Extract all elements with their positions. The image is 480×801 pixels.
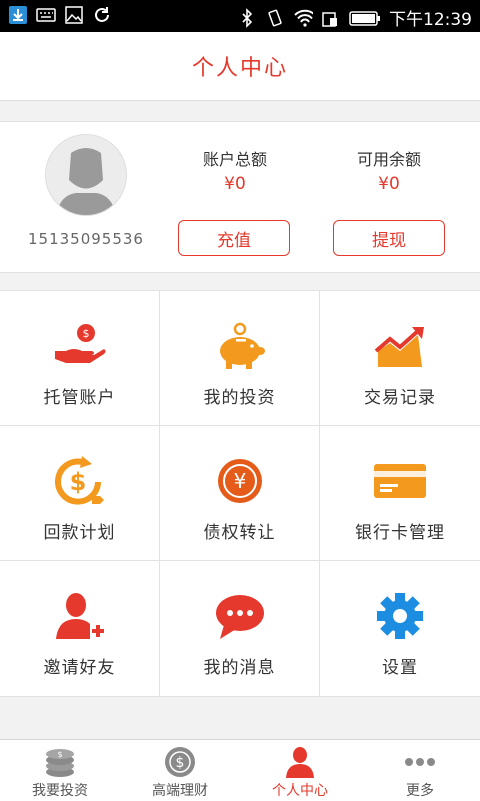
hand-money-icon: $ [52,321,108,371]
add-user-icon [52,591,108,641]
message-bubble-icon [212,591,268,641]
menu-item-bank-card[interactable]: 银行卡管理 [320,426,480,561]
menu-label: 托管账户 [43,388,116,408]
menu-label: 我的消息 [203,658,276,678]
bank-card-icon [372,456,428,506]
piggy-bank-icon [212,321,268,371]
tab-label: 我要投资 [32,783,88,799]
menu-label: 邀请好友 [43,658,116,678]
title-bar: 个人中心 [0,32,480,101]
tab-label: 个人中心 [272,783,328,799]
total-balance-value: ¥0 [224,174,246,194]
menu-item-my-messages[interactable]: 我的消息 [160,561,320,696]
menu-item-settings[interactable]: 设置 [320,561,480,696]
menu-label: 回款计划 [43,523,116,543]
withdraw-button[interactable]: 提现 [333,220,445,256]
more-dots-icon [402,746,438,778]
menu-label: 我的投资 [203,388,276,408]
svg-text:$: $ [82,327,89,340]
default-avatar-icon [46,135,126,215]
sync-icon [92,5,112,25]
recharge-button[interactable]: 充值 [178,220,290,256]
status-time: 下午12:39 [389,10,472,30]
wifi-icon [293,8,313,28]
battery-icon [349,8,381,28]
dollar-circle-icon: $ [162,746,198,778]
signal-icon [321,8,341,28]
download-icon [8,5,28,25]
menu-label: 债权转让 [203,523,276,543]
trend-chart-icon [372,321,428,371]
svg-text:$: $ [57,750,62,759]
total-balance: 账户总额 ¥0 [165,146,305,194]
menu-item-repayment-plan[interactable]: $ 回款计划 [0,426,160,561]
vibrate-icon [265,8,285,28]
person-icon [282,746,318,778]
coin-stack-icon: $ [42,746,78,778]
tab-more[interactable]: 更多 [360,740,480,801]
page-title: 个人中心 [191,56,288,81]
dollar-return-icon: $ [52,456,108,506]
available-balance-value: ¥0 [378,174,400,194]
svg-text:$: $ [176,755,185,771]
bottom-tab-bar: $ 我要投资 $ 高端理财 个人中心 更多 [0,739,480,801]
svg-text:$: $ [69,468,86,496]
svg-text:¥: ¥ [233,469,246,493]
tab-premium-finance[interactable]: $ 高端理财 [120,740,240,801]
menu-item-custody-account[interactable]: $ 托管账户 [0,291,160,426]
tab-invest[interactable]: $ 我要投资 [0,740,120,801]
menu-item-my-investment[interactable]: 我的投资 [160,291,320,426]
tab-label: 高端理财 [152,783,208,799]
menu-label: 银行卡管理 [355,523,445,543]
phone-number: 15135095536 [28,230,144,248]
menu-label: 设置 [382,658,418,678]
keyboard-icon [36,5,56,25]
available-balance-label: 可用余额 [356,150,421,169]
account-summary: 15135095536 账户总额 ¥0 可用余额 ¥0 充值 提现 [0,121,480,273]
total-balance-label: 账户总额 [202,150,267,169]
menu-item-invite-friends[interactable]: 邀请好友 [0,561,160,696]
available-balance: 可用余额 ¥0 [319,146,459,194]
menu-label: 交易记录 [364,388,436,408]
gear-icon [372,591,428,641]
yuan-transfer-icon: ¥ [212,456,268,506]
tab-personal-center[interactable]: 个人中心 [240,740,360,801]
bluetooth-icon [237,7,257,28]
feature-grid: $ 托管账户 我的投资 交易记录 $ 回款计划 ¥ 债权转让 银行卡管理 邀请好… [0,290,480,697]
image-icon [64,5,84,25]
tab-label: 更多 [406,783,434,799]
status-bar: 下午12:39 [0,0,480,32]
menu-item-transactions[interactable]: 交易记录 [320,291,480,426]
menu-item-debt-transfer[interactable]: ¥ 债权转让 [160,426,320,561]
avatar[interactable] [45,134,127,216]
